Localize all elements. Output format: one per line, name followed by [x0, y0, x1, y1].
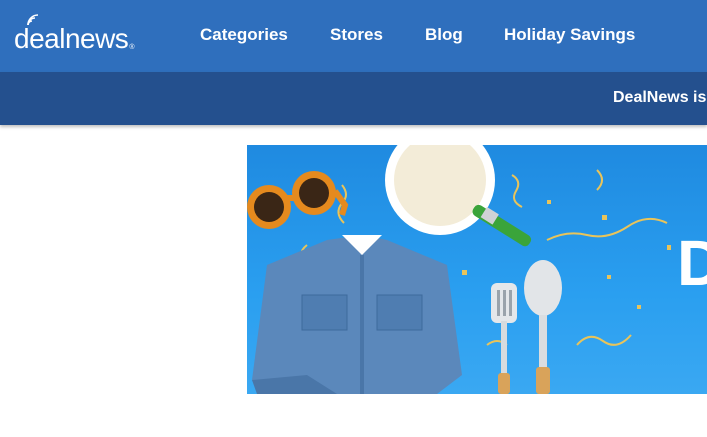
logo-registered-mark: ® [129, 44, 135, 51]
hero-banner[interactable]: D [247, 145, 707, 394]
nav-stores[interactable]: Stores [330, 24, 383, 46]
promo-text[interactable]: DealNews is [613, 88, 706, 108]
promo-banner-bar [0, 72, 707, 125]
spatula-icon [491, 283, 517, 394]
sunglasses-icon [247, 171, 349, 229]
nav-holiday-savings[interactable]: Holiday Savings [504, 24, 635, 46]
signal-icon [27, 14, 39, 26]
frying-pan-icon [385, 145, 532, 247]
denim-shirt-icon [252, 235, 462, 394]
spoon-icon [524, 260, 562, 394]
nav-categories[interactable]: Categories [200, 24, 288, 46]
hero-illustration: D [247, 145, 707, 394]
dealnews-logo[interactable]: dealnews ® [14, 13, 134, 53]
nav-blog[interactable]: Blog [425, 24, 463, 46]
logo-text: dealnews [14, 23, 129, 54]
top-navigation-bar: dealnews ® Categories Stores Blog Holida… [0, 0, 707, 72]
hero-overlay-text: D [677, 227, 707, 299]
